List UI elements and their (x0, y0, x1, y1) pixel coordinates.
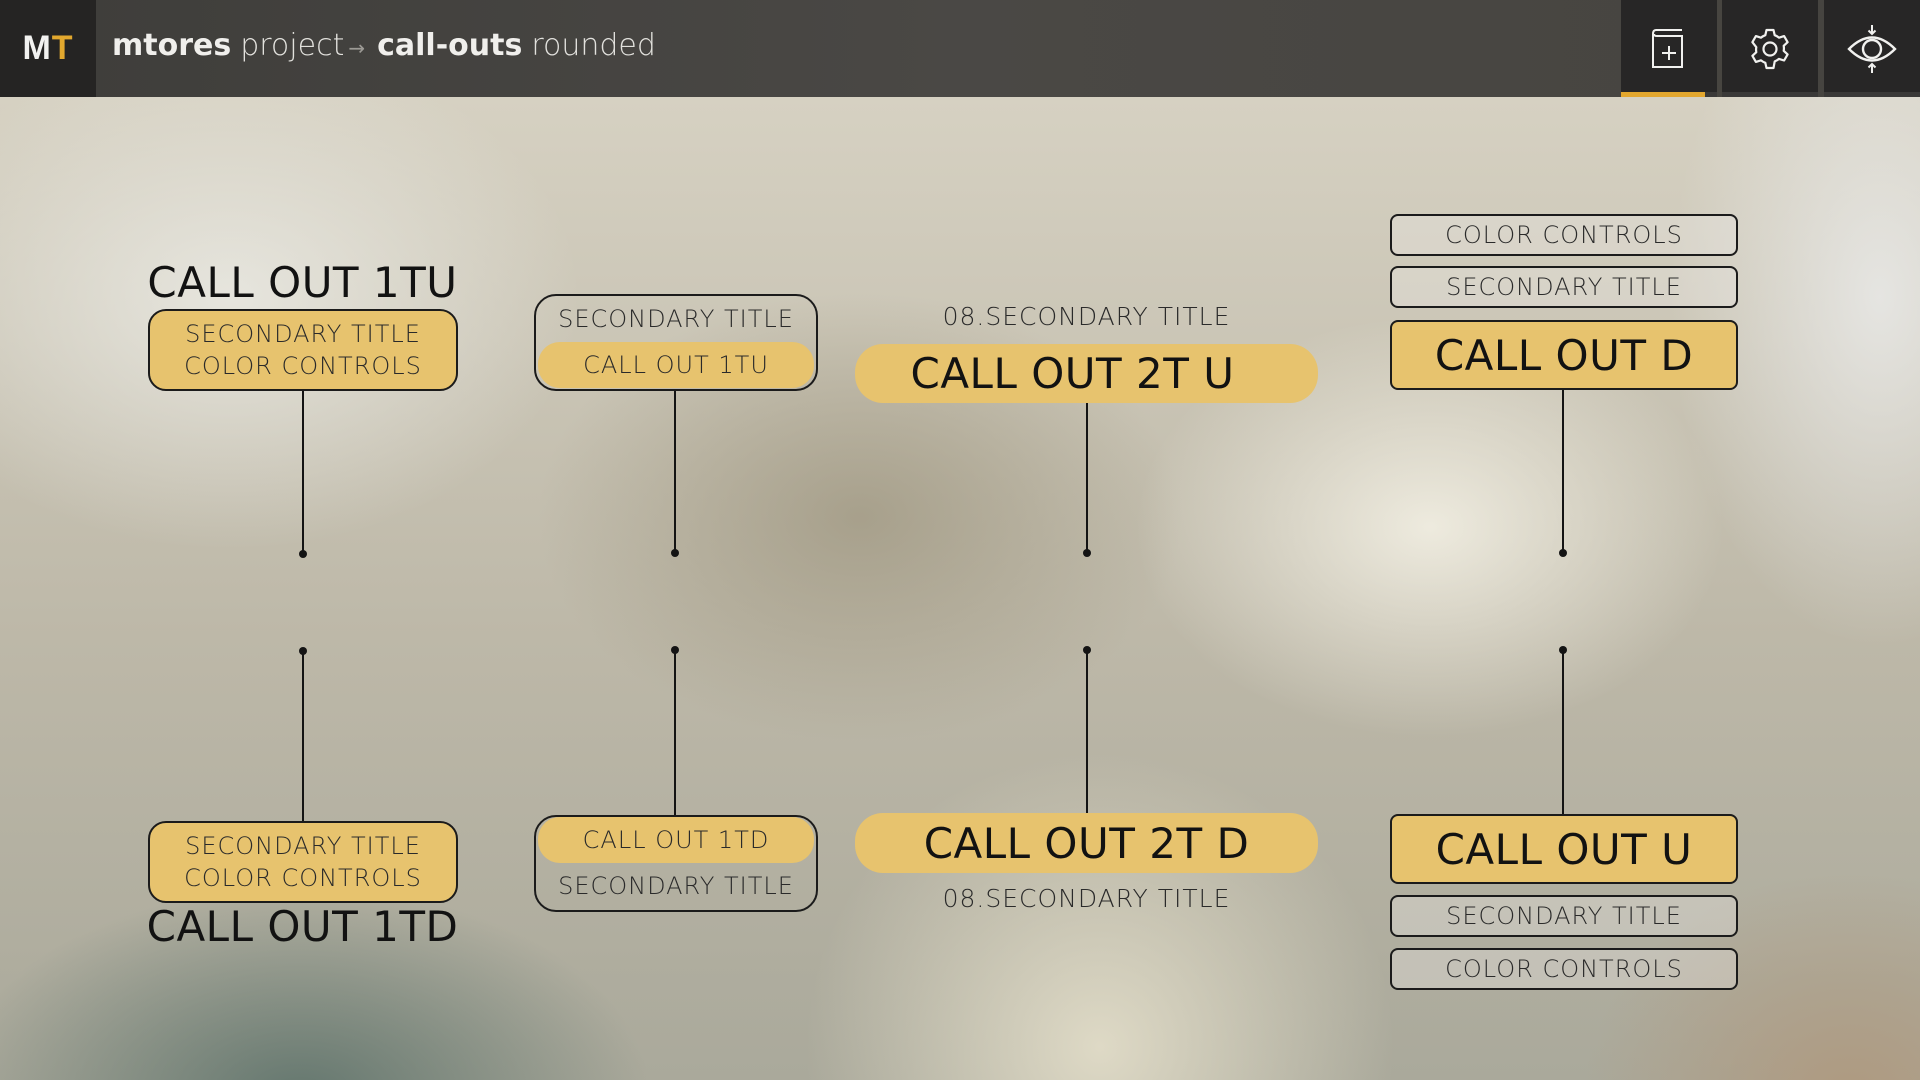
top-bar: MT mtores project → call-outs rounded (0, 0, 1920, 97)
add-book-button[interactable] (1621, 0, 1717, 97)
callout-1td-rounded-secondary-row: SECONDARY TITLE (536, 863, 816, 909)
callout-1td-rounded-pill: CALL OUT 1TD (538, 817, 814, 863)
callout-1tu-rounded-pill: CALL OUT 1TU (538, 342, 814, 388)
breadcrumb-project-name[interactable]: mtores (112, 28, 231, 63)
callout-1td-connector (302, 651, 304, 822)
callout-1tu-rounded-secondary-row: SECONDARY TITLE (536, 296, 816, 342)
callout-1tu-rounded-connector (674, 391, 676, 553)
callout-2tu-secondary: 08.SECONDARY TITLE (942, 302, 1231, 331)
callout-d-secondary-box[interactable]: SECONDARY TITLE (1390, 266, 1738, 308)
callout-2td-title: CALL OUT 2T D (923, 818, 1250, 868)
callout-1td-rounded-connector (674, 650, 676, 816)
book-plus-icon (1652, 28, 1683, 68)
callout-2tu-anchor-dot[interactable] (1083, 549, 1091, 557)
callout-1td-secondary: SECONDARY TITLE (185, 832, 421, 860)
logo-m: M (22, 29, 52, 67)
callout-1tu-connector (302, 391, 304, 553)
callout-1td-rounded-title: CALL OUT 1TD (582, 826, 770, 854)
preview-button[interactable] (1824, 0, 1920, 97)
callout-d-color-controls: COLOR CONTROLS (1445, 221, 1683, 249)
callout-1td-box[interactable]: SECONDARY TITLE COLOR CONTROLS (148, 821, 458, 903)
callout-u-color-controls-box[interactable]: COLOR CONTROLS (1390, 948, 1738, 990)
callout-1td-rounded-secondary: SECONDARY TITLE (558, 872, 794, 900)
eye-icon (1847, 24, 1897, 73)
callout-1tu-anchor-dot[interactable] (299, 550, 307, 558)
gear-icon (1751, 28, 1789, 69)
callout-2td-pill[interactable]: CALL OUT 2T D (855, 813, 1318, 873)
callout-2tu-connector (1086, 403, 1088, 553)
callout-1td-color-controls: COLOR CONTROLS (184, 864, 422, 892)
callout-2tu-pill[interactable]: CALL OUT 2T U (855, 344, 1318, 403)
logo[interactable]: MT (0, 0, 96, 97)
callout-d-secondary: SECONDARY TITLE (1446, 273, 1682, 301)
callout-2td-connector (1086, 650, 1088, 814)
callout-1td-rounded-box[interactable]: CALL OUT 1TD SECONDARY TITLE (534, 815, 818, 912)
callout-1td-title: CALL OUT 1TD (146, 902, 459, 951)
breadcrumb-project-label[interactable]: project (240, 28, 344, 63)
callout-u-connector (1562, 650, 1564, 816)
callout-u-color-controls: COLOR CONTROLS (1445, 955, 1683, 983)
callout-2tu-title: CALL OUT 2T U (910, 349, 1235, 398)
callout-d-title: CALL OUT D (1434, 330, 1694, 380)
callout-2td-secondary: 08.SECONDARY TITLE (942, 884, 1231, 913)
callout-1tu-box[interactable]: SECONDARY TITLE COLOR CONTROLS (148, 309, 458, 391)
callout-u-secondary-box[interactable]: SECONDARY TITLE (1390, 895, 1738, 937)
callout-1tu-rounded-secondary: SECONDARY TITLE (558, 305, 794, 333)
callout-1tu-secondary: SECONDARY TITLE (185, 320, 421, 348)
button-underline-track (1722, 92, 1818, 97)
callout-1tu-rounded-title: CALL OUT 1TU (583, 351, 769, 379)
callout-d-color-controls-box[interactable]: COLOR CONTROLS (1390, 214, 1738, 256)
callout-1tu-color-controls: COLOR CONTROLS (184, 352, 422, 380)
callout-d-title-box[interactable]: CALL OUT D (1390, 320, 1738, 390)
callout-u-title-box[interactable]: CALL OUT U (1390, 814, 1738, 884)
active-tab-indicator (1621, 92, 1705, 97)
breadcrumb-page-label: rounded (531, 28, 656, 63)
callout-d-anchor-dot[interactable] (1559, 549, 1567, 557)
callout-u-title: CALL OUT U (1435, 824, 1693, 874)
callout-1tu-rounded-anchor-dot[interactable] (671, 549, 679, 557)
breadcrumb-page-name: call-outs (377, 28, 523, 63)
logo-t: T (51, 29, 74, 67)
breadcrumb-arrow-icon: → (348, 36, 366, 60)
callout-u-secondary: SECONDARY TITLE (1446, 902, 1682, 930)
button-underline-track (1824, 92, 1920, 97)
breadcrumb: mtores project → call-outs rounded (112, 28, 656, 68)
callout-1tu-title: CALL OUT 1TU (147, 258, 458, 307)
callout-1tu-rounded-box[interactable]: SECONDARY TITLE CALL OUT 1TU (534, 294, 818, 391)
callout-d-connector (1562, 390, 1564, 553)
settings-button[interactable] (1722, 0, 1818, 97)
